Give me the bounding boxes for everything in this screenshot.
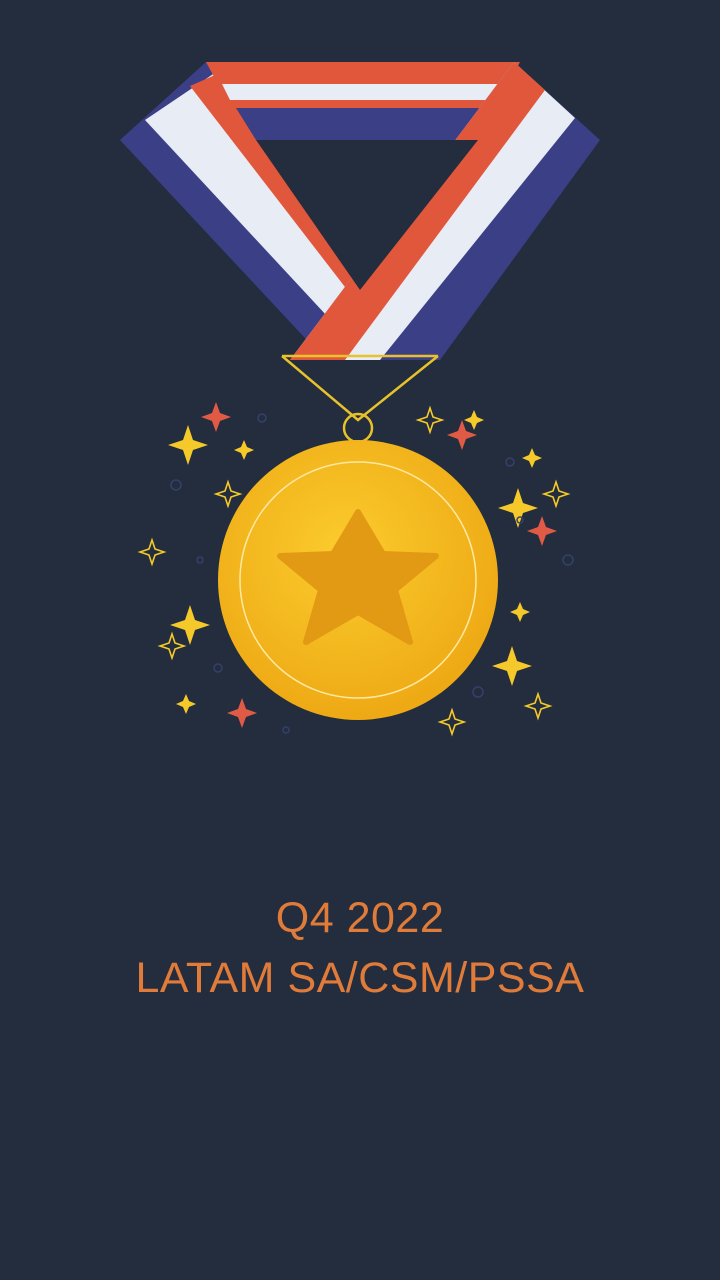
medal-illustration: [120, 62, 600, 737]
ribbon: [120, 62, 600, 360]
award-slide: Q4 2022 LATAM SA/CSM/PSSA: [0, 0, 720, 1280]
medal: [218, 440, 498, 720]
medal-string: [281, 354, 439, 444]
caption-quarter: Q4 2022: [275, 894, 445, 942]
caption-team: LATAM SA/CSM/PSSA: [135, 954, 585, 1002]
award-caption: Q4 2022 LATAM SA/CSM/PSSA: [0, 888, 720, 1008]
